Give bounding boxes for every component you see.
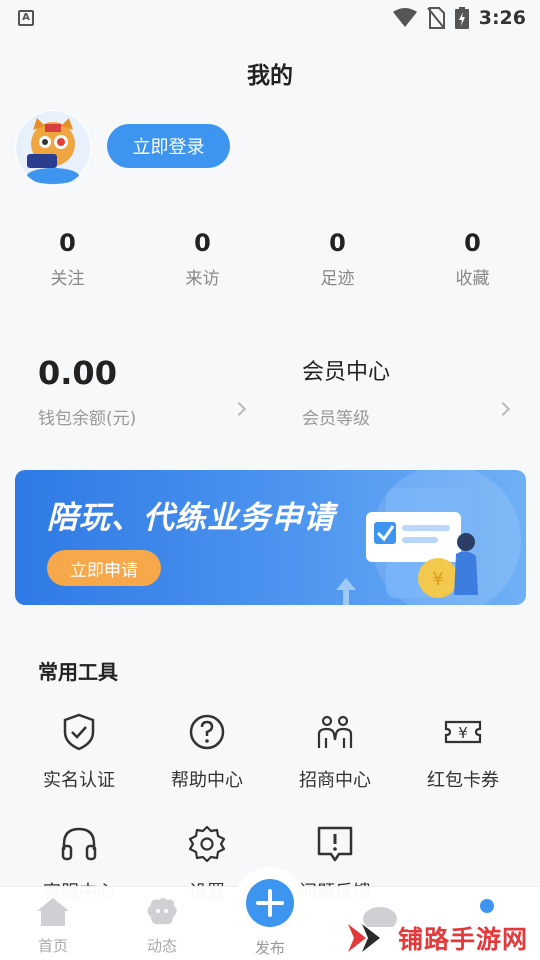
- banner-title: 陪玩、代练业务申请: [47, 500, 335, 536]
- wifi-icon: [392, 8, 417, 27]
- dynamic-icon: [147, 898, 177, 925]
- tools-section-title: 常用工具: [38, 660, 118, 684]
- apply-now-button[interactable]: 立即申请: [47, 550, 161, 586]
- stat-label: 关注: [50, 269, 85, 289]
- tool-label: 红包卡券: [427, 770, 499, 791]
- stat-label: 收藏: [455, 269, 490, 289]
- help-circle-icon: [189, 714, 225, 750]
- stat-label: 来访: [185, 269, 220, 289]
- stat-value: 0: [59, 229, 76, 257]
- wallet-balance[interactable]: 0.00 钱包余额(元): [38, 352, 248, 432]
- stat-value: 0: [464, 229, 481, 257]
- notification-a-icon: A: [18, 10, 34, 26]
- no-sim-icon: [426, 7, 445, 29]
- stat-following[interactable]: 0 关注: [0, 228, 135, 289]
- nav-label: 首页: [37, 937, 68, 955]
- svg-text:¥: ¥: [432, 569, 443, 590]
- tool-label: 帮助中心: [171, 770, 243, 791]
- watermark-logo-icon: [347, 924, 380, 952]
- stat-label: 足迹: [320, 269, 355, 289]
- stats-row: 0 关注 0 来访 0 足迹 0 收藏: [0, 228, 540, 289]
- page-title: 我的: [247, 63, 293, 89]
- wallet-row: 0.00 钱包余额(元) 会员中心 会员等级: [0, 352, 540, 432]
- watermark-text: 铺路手游网: [397, 925, 528, 954]
- stat-footprints[interactable]: 0 足迹: [270, 228, 405, 289]
- plus-icon: [256, 889, 284, 917]
- member-center[interactable]: 会员中心 会员等级: [302, 352, 512, 432]
- people-icon: [317, 715, 353, 748]
- stat-favorites[interactable]: 0 收藏: [405, 228, 540, 289]
- tiger-mascot-avatar-icon: [16, 111, 90, 185]
- tool-coupons[interactable]: ¥ 红包卡券: [399, 712, 527, 792]
- wallet-balance-value: 0.00: [38, 354, 117, 392]
- headset-icon: [61, 827, 97, 861]
- tool-business-center[interactable]: 招商中心: [271, 712, 399, 792]
- nav-home[interactable]: 首页: [18, 897, 88, 956]
- tool-real-name-auth[interactable]: 实名认证: [15, 712, 143, 792]
- feedback-icon: [317, 826, 353, 862]
- status-bar: A 3:26: [0, 0, 540, 36]
- tool-help-center[interactable]: 帮助中心: [143, 712, 271, 792]
- login-button[interactable]: 立即登录: [107, 124, 230, 168]
- stat-value: 0: [329, 229, 346, 257]
- banner-illustration-icon: ¥: [336, 470, 521, 605]
- coupon-icon: ¥: [444, 720, 482, 744]
- svg-text:¥: ¥: [458, 724, 468, 742]
- nav-label-publish: 发布: [254, 939, 285, 957]
- publish-button[interactable]: [246, 879, 294, 927]
- avatar[interactable]: [15, 110, 91, 186]
- tool-label: 招商中心: [299, 770, 371, 791]
- tool-label: 实名认证: [43, 770, 115, 791]
- nav-label: 动态: [146, 937, 177, 955]
- service-apply-banner[interactable]: ¥ 陪玩、代练业务申请 立即申请: [15, 470, 526, 605]
- gear-icon: [188, 825, 226, 863]
- battery-charging-icon: [454, 7, 469, 29]
- wallet-balance-label: 钱包余额(元): [38, 409, 137, 429]
- member-center-title: 会员中心: [302, 360, 391, 385]
- stat-visitors[interactable]: 0 来访: [135, 228, 270, 289]
- watermark: 铺路手游网: [346, 920, 528, 956]
- status-time: 3:26: [478, 7, 526, 29]
- home-icon: [37, 898, 69, 926]
- shield-check-icon: [63, 713, 95, 751]
- nav-dynamic[interactable]: 动态: [127, 897, 197, 956]
- member-level-label: 会员等级: [302, 409, 370, 429]
- stat-value: 0: [194, 229, 211, 257]
